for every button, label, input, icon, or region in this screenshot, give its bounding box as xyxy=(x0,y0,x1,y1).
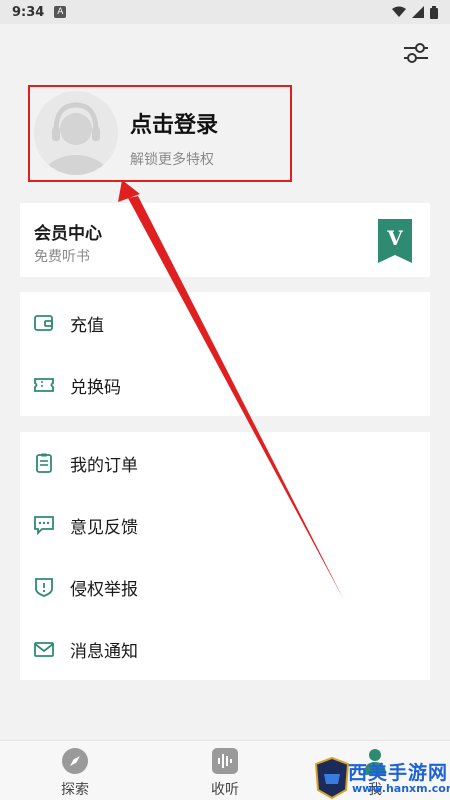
login-title[interactable]: 点击登录 xyxy=(130,107,218,139)
tab-explore[interactable]: 探索 xyxy=(0,741,150,800)
sliders-icon xyxy=(404,43,428,63)
report-shield-icon xyxy=(35,578,53,597)
menu-item-label: 意见反馈 xyxy=(70,517,138,538)
tab-label: 收听 xyxy=(211,782,239,798)
vip-title: 会员中心 xyxy=(34,224,102,244)
notification-icon: A xyxy=(54,6,67,18)
mail-icon xyxy=(34,642,54,657)
menu-item-label: 侵权举报 xyxy=(70,579,138,600)
wifi-icon xyxy=(392,6,406,17)
vip-subtitle: 免费听书 xyxy=(34,249,90,265)
watermark-text: 西美手游网 xyxy=(348,762,449,784)
service-menu: 我的订单 意见反馈 侵权举报 消息通知 xyxy=(20,432,430,680)
vip-center-card[interactable]: 会员中心 免费听书 V xyxy=(20,203,430,277)
battery-icon xyxy=(430,5,438,19)
settings-button[interactable] xyxy=(402,40,430,66)
wallet-menu: 充值 兑换码 xyxy=(20,292,430,416)
menu-item-label: 我的订单 xyxy=(70,455,138,476)
menu-item-label: 充值 xyxy=(70,315,104,336)
menu-item-my-orders[interactable]: 我的订单 xyxy=(20,432,430,494)
ticket-icon xyxy=(34,378,54,392)
feedback-icon xyxy=(34,516,54,535)
tab-listen[interactable]: 收听 xyxy=(150,741,300,800)
menu-item-feedback[interactable]: 意见反馈 xyxy=(20,494,430,556)
vip-badge-icon: V xyxy=(378,219,412,263)
menu-item-notifications[interactable]: 消息通知 xyxy=(20,618,430,680)
status-bar: 9:34 A xyxy=(0,0,450,24)
menu-item-report[interactable]: 侵权举报 xyxy=(20,556,430,618)
menu-item-recharge[interactable]: 充值 xyxy=(20,292,430,354)
signal-icon xyxy=(412,6,424,18)
wallet-icon xyxy=(34,315,53,331)
status-time: 9:34 xyxy=(12,4,45,20)
vip-badge-letter: V xyxy=(386,226,403,250)
clipboard-icon xyxy=(36,453,52,473)
audio-wave-icon xyxy=(212,748,238,774)
compass-icon xyxy=(62,748,88,774)
headset-user-icon xyxy=(34,91,118,175)
avatar[interactable] xyxy=(34,91,118,175)
menu-item-label: 兑换码 xyxy=(70,377,121,398)
watermark-url: www.hanxm.com xyxy=(352,782,450,795)
menu-item-label: 消息通知 xyxy=(70,641,138,662)
status-icons xyxy=(392,5,438,19)
watermark-emblem-icon xyxy=(314,756,350,800)
login-subtitle: 解锁更多特权 xyxy=(130,152,214,168)
menu-item-redeem-code[interactable]: 兑换码 xyxy=(20,354,430,416)
tab-label: 探索 xyxy=(61,782,89,798)
login-card[interactable]: 点击登录 解锁更多特权 xyxy=(28,85,292,182)
watermark-logo: 西美手游网 www.hanxm.com xyxy=(312,756,450,800)
